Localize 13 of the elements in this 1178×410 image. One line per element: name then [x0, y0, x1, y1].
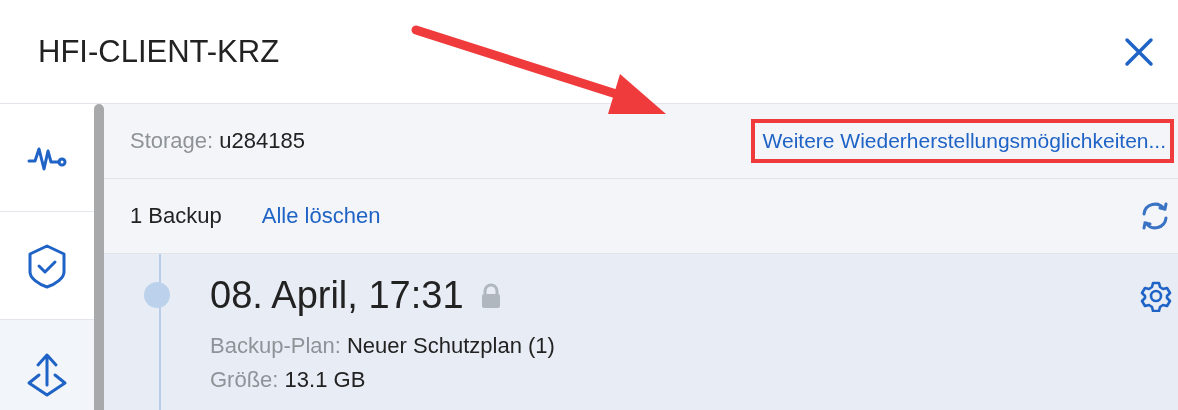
scrollbar[interactable] [94, 104, 104, 410]
window-title: HFI-CLIENT-KRZ [38, 33, 280, 70]
sidebar-item[interactable] [0, 320, 94, 410]
storage-label: Storage: u284185 [130, 128, 305, 154]
backup-count: 1 Backup [130, 203, 222, 229]
backup-date: 08. April, 17:31 [210, 274, 464, 317]
settings-icon[interactable] [1140, 280, 1172, 312]
timeline-dot [144, 282, 170, 308]
backup-plan: Backup-Plan: Neuer Schutzplan (1) [210, 332, 556, 360]
more-recovery-options-link[interactable]: Weitere Wiederherstellungsmöglichkeiten... [762, 129, 1166, 153]
backup-size: Größe: 13.1 GB [210, 366, 367, 394]
shield-check-icon [27, 242, 67, 289]
delete-all-link[interactable]: Alle löschen [261, 203, 381, 229]
